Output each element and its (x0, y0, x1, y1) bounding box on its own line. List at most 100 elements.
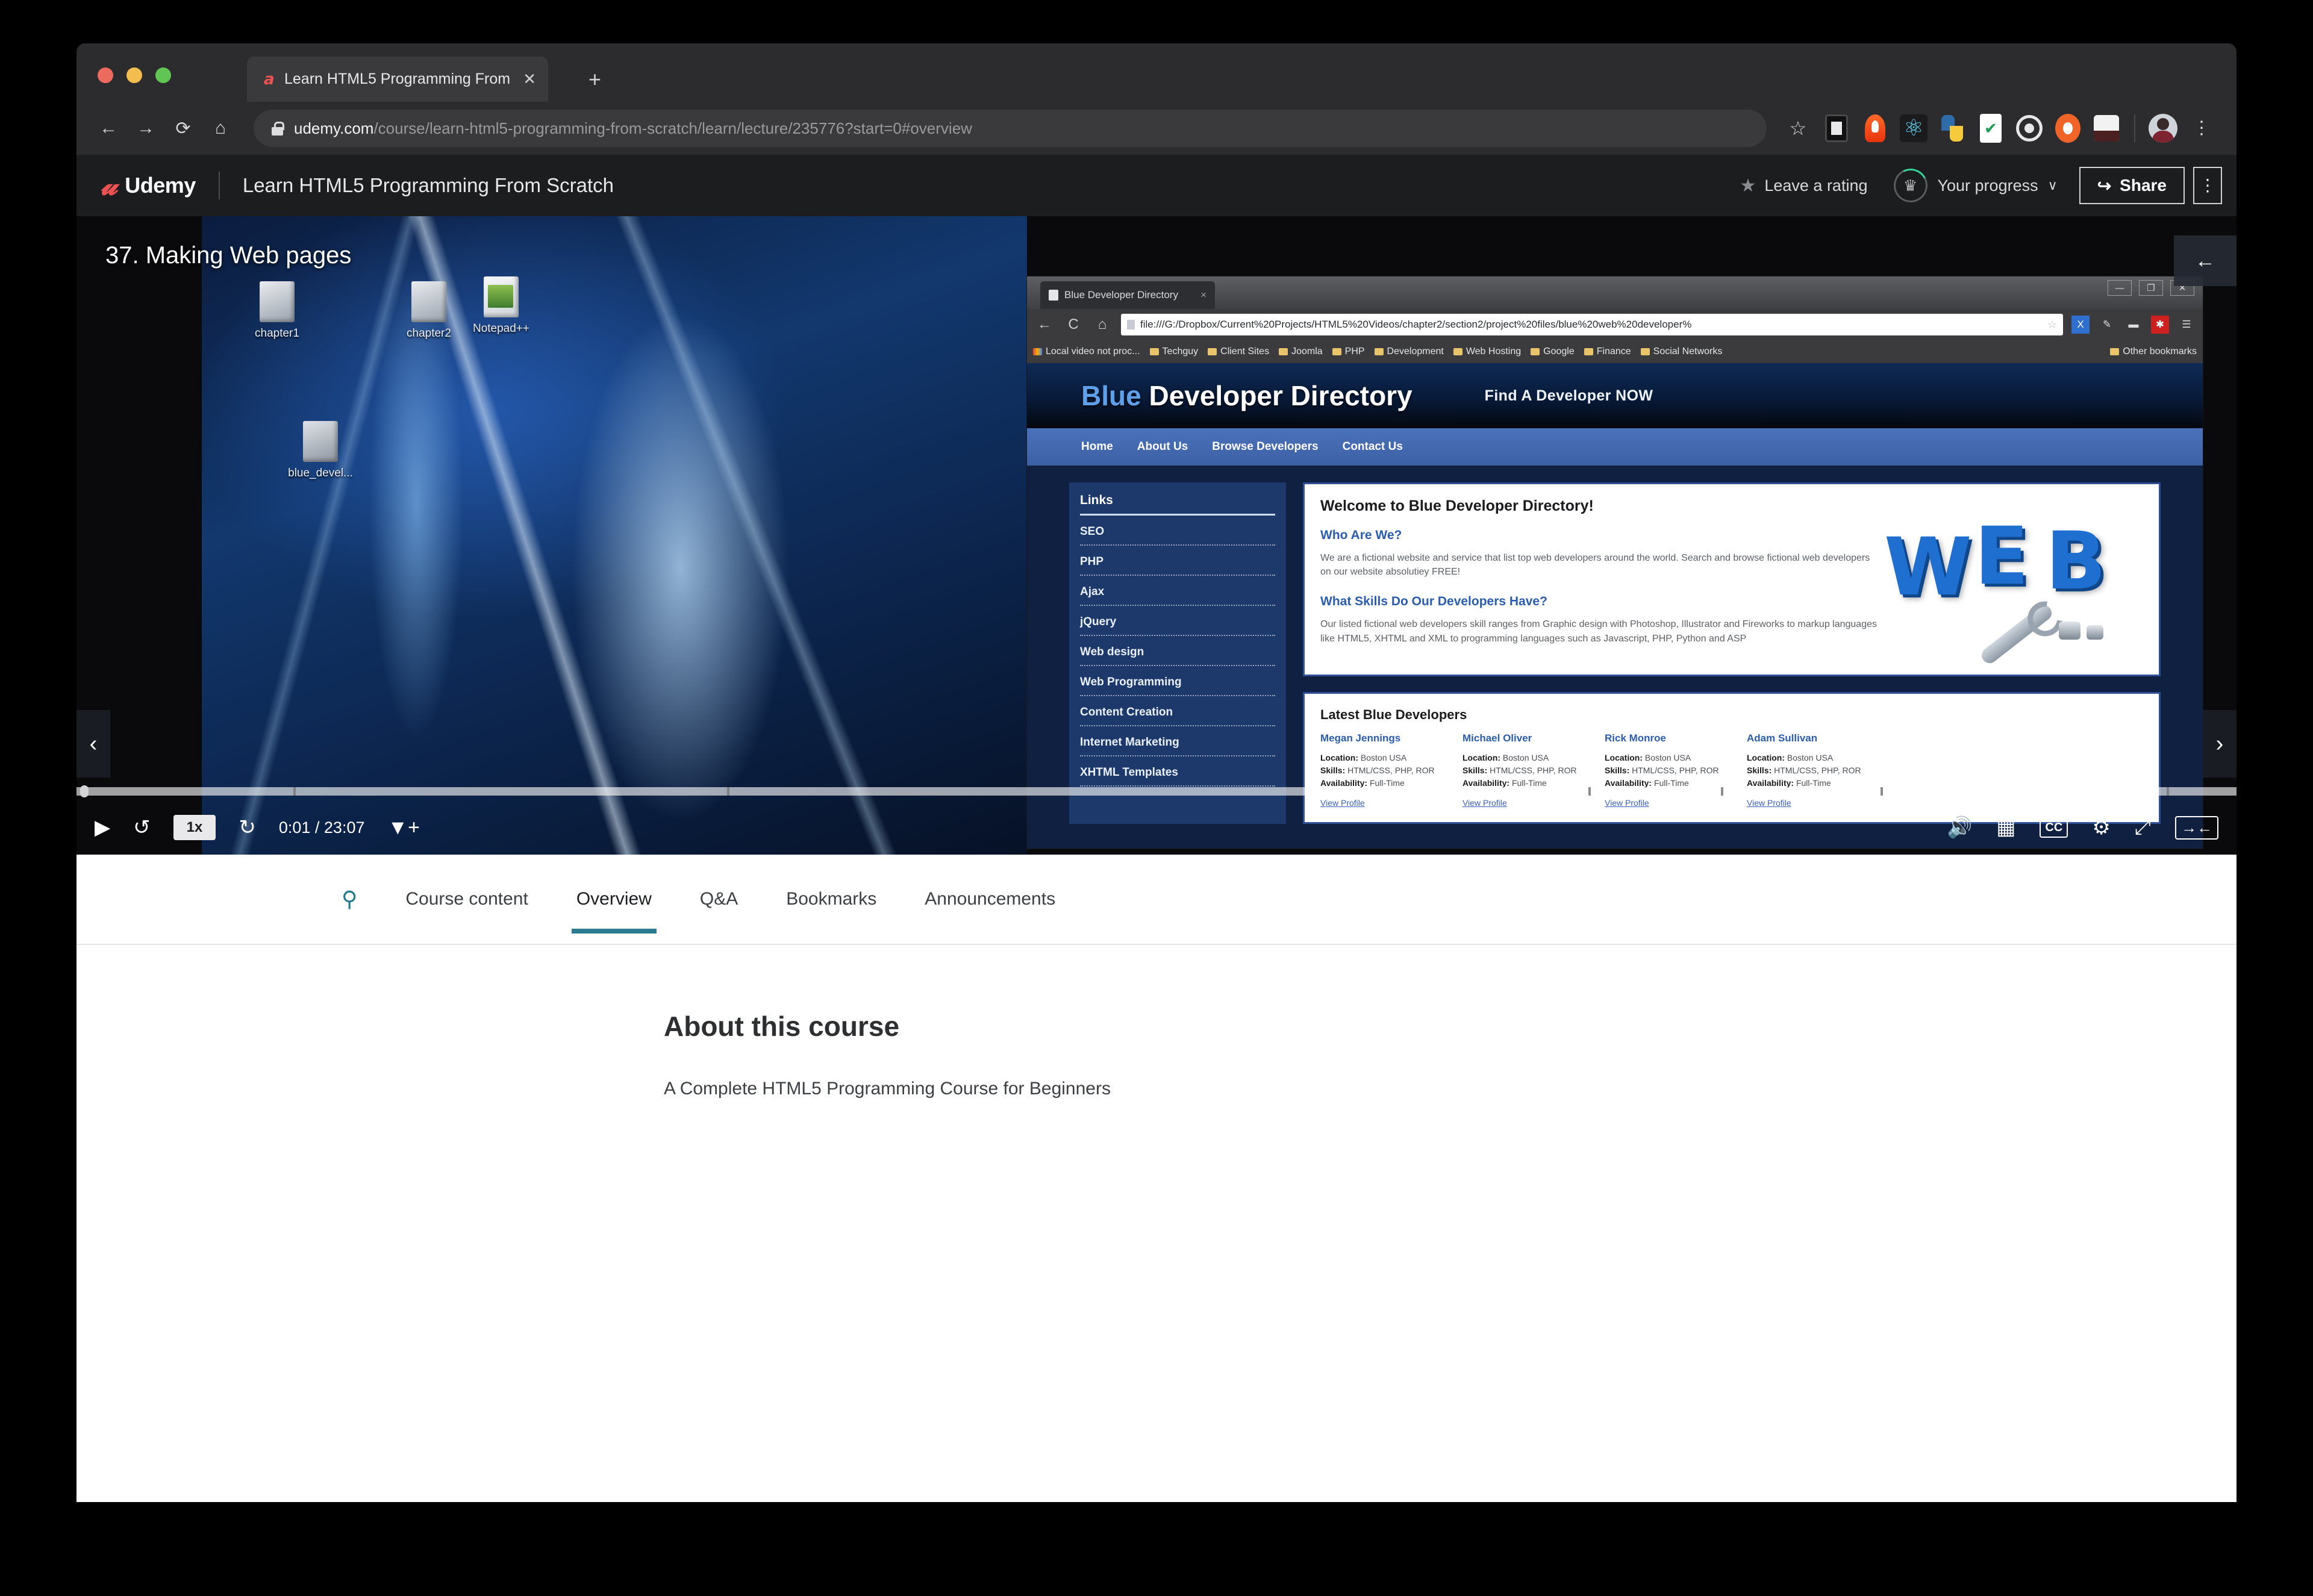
desktop-icon-label: chapter2 (407, 327, 451, 340)
previous-lecture-button[interactable]: ‹ (76, 710, 110, 778)
close-icon[interactable]: ✕ (523, 70, 536, 89)
skills-value: HTML/CSS, PHP, ROR (1347, 765, 1435, 775)
back-icon[interactable]: ← (90, 110, 127, 147)
availability-label: Availability: (1605, 778, 1652, 788)
tab-announcements[interactable]: Announcements (925, 854, 1055, 944)
folder-icon (1584, 348, 1593, 355)
recorded-browser-window: Blue Developer Directory × — ❐ ✕ ← C ⌂ f… (1027, 276, 2203, 849)
tab-overview[interactable]: Overview (571, 854, 657, 944)
web-letter-e: E (1974, 510, 2029, 603)
extension-target-icon[interactable] (2012, 111, 2046, 145)
video-progress-bar[interactable] (76, 785, 2237, 797)
developer-location: Location: Boston USA (1747, 752, 1867, 764)
next-lecture-button[interactable]: › (2203, 710, 2237, 778)
extension-blob-icon[interactable] (2051, 111, 2085, 145)
progress-handle[interactable] (80, 785, 89, 797)
bdd-sidebar-item-internet-marketing: Internet Marketing (1080, 726, 1275, 756)
page-favicon-icon (1049, 290, 1058, 301)
settings-gear-icon[interactable]: ⚙ (2092, 815, 2110, 840)
tab-bookmarks[interactable]: Bookmarks (786, 854, 876, 944)
developer-name: Rick Monroe (1605, 732, 1667, 744)
availability-value: Full-Time (1511, 778, 1547, 788)
forward-5s-button[interactable]: ↻ (239, 815, 256, 840)
notepadpp-icon (484, 276, 519, 317)
udemy-logo-text[interactable]: Udemy (125, 173, 196, 198)
bookmark-star-icon[interactable]: ☆ (1781, 111, 1815, 145)
browser-menu-icon[interactable]: ⋮ (2185, 111, 2218, 145)
leave-a-rating-button[interactable]: ★ Leave a rating (1726, 175, 1881, 196)
video-player[interactable]: chapter1 chapter2 Notepad++ blue_devel..… (76, 216, 2237, 855)
add-bookmark-button[interactable]: ▼+ (387, 816, 420, 840)
location-label: Location: (1462, 752, 1500, 762)
bdd-sidebar-item-ajax: Ajax (1080, 576, 1275, 606)
profile-avatar[interactable] (2146, 111, 2180, 145)
udemy-logo-icon[interactable]: 𝓾 (101, 169, 117, 202)
extension-x-icon: X (2071, 316, 2090, 334)
rewind-5s-button[interactable]: ↺ (133, 815, 151, 840)
close-window-button[interactable] (98, 67, 113, 83)
volume-button[interactable]: 🔊 (1947, 815, 1972, 840)
collapse-panel-button[interactable]: →← (2175, 815, 2218, 840)
recorded-bookmarks-bar: Local video not proc... Techguy Client S… (1027, 340, 2203, 363)
bookmark-item: Google (1531, 346, 1575, 357)
availability-value: Full-Time (1369, 778, 1405, 788)
extension-robot-icon[interactable] (2090, 111, 2123, 145)
toggle-sidebar-button[interactable]: ← (2174, 235, 2237, 286)
player-buttons-row: ▶ ↺ 1x ↻ 0:01 / 23:07 ▼+ 🔊 ▦ CC ⚙ ⤢ →← (76, 800, 2237, 855)
window-traffic-lights (98, 67, 171, 83)
bookmark-item: Development (1374, 346, 1444, 357)
bookmark-item: Social Networks (1640, 346, 1723, 357)
reload-icon[interactable]: ⟳ (164, 110, 202, 147)
recorded-browser-menu-icon: ☰ (2182, 319, 2191, 330)
developer-name: Megan Jennings (1320, 732, 1401, 744)
nut-icon (2087, 625, 2103, 640)
header-actions: ★ Leave a rating ♛ Your progress ∨ ↪ Sha… (1726, 164, 2222, 207)
folder-icon (1033, 348, 1042, 355)
minimize-icon: — (2108, 280, 2132, 296)
more-options-button[interactable]: ⋮ (2193, 167, 2222, 204)
web-letter-b: B (2046, 515, 2106, 608)
about-this-course-section: About this course A Complete HTML5 Progr… (76, 945, 2237, 1099)
bdd-site-logo: Blue Developer Directory (1081, 379, 1412, 412)
bookmark-label: Social Networks (1653, 346, 1723, 357)
availability-value: Full-Time (1796, 778, 1831, 788)
extension-lighthouse-icon[interactable] (1858, 111, 1892, 145)
extension-react-devtools-icon[interactable] (1897, 111, 1931, 145)
browser-window: 𝗮 Learn HTML5 Programming From ✕ + ← → ⟳… (76, 43, 2237, 1502)
reload-icon: C (1068, 316, 1079, 332)
bdd-welcome-text: Welcome to Blue Developer Directory! Who… (1320, 497, 1877, 661)
maximize-window-button[interactable] (155, 67, 171, 83)
address-bar[interactable]: udemy.com/course/learn-html5-programming… (254, 110, 1767, 147)
folder-icon (1640, 348, 1650, 355)
fullscreen-button[interactable]: ⤢ (2135, 816, 2151, 840)
transcript-button[interactable]: ▦ (1996, 815, 2015, 840)
extension-reader-icon[interactable] (1820, 111, 1853, 145)
extension-python-icon[interactable] (1935, 111, 1969, 145)
search-icon[interactable]: ⚲ (342, 887, 357, 912)
browser-tab[interactable]: 𝗮 Learn HTML5 Programming From ✕ (247, 57, 548, 102)
developer-name: Michael Oliver (1462, 732, 1532, 744)
tab-qa[interactable]: Q&A (700, 854, 738, 944)
extension-mobile-check-icon[interactable]: ✔ (1974, 111, 2008, 145)
bdd-sidebar-item-jquery: jQuery (1080, 606, 1275, 636)
captions-button[interactable]: CC (2040, 817, 2068, 838)
new-tab-button[interactable]: + (588, 69, 601, 90)
home-icon[interactable]: ⌂ (202, 110, 239, 147)
share-button[interactable]: ↪ Share (2079, 167, 2185, 204)
bdd-sidebar-item-web-programming: Web Programming (1080, 666, 1275, 696)
forward-icon[interactable]: → (127, 110, 164, 147)
play-button[interactable]: ▶ (95, 815, 110, 840)
about-subtitle: A Complete HTML5 Programming Course for … (664, 1079, 1111, 1099)
bookmark-label: Development (1387, 346, 1444, 357)
availability-value: Full-Time (1653, 778, 1689, 788)
bdd-sidebar: Links SEO PHP Ajax jQuery Web design Web… (1069, 482, 1286, 824)
web-letter-w: W (1884, 521, 1972, 614)
your-progress-button[interactable]: ♛ Your progress ∨ (1881, 164, 2070, 207)
chapter-marker (1721, 787, 1723, 796)
bdd-sidebar-item-content-creation: Content Creation (1080, 696, 1275, 726)
udemy-page: 𝓾 Udemy Learn HTML5 Programming From Scr… (76, 155, 2237, 1502)
minimize-window-button[interactable] (126, 67, 142, 83)
playback-speed-button[interactable]: 1x (173, 815, 216, 840)
tab-course-content[interactable]: Course content (405, 854, 528, 944)
bookmark-label: Techguy (1162, 346, 1199, 357)
